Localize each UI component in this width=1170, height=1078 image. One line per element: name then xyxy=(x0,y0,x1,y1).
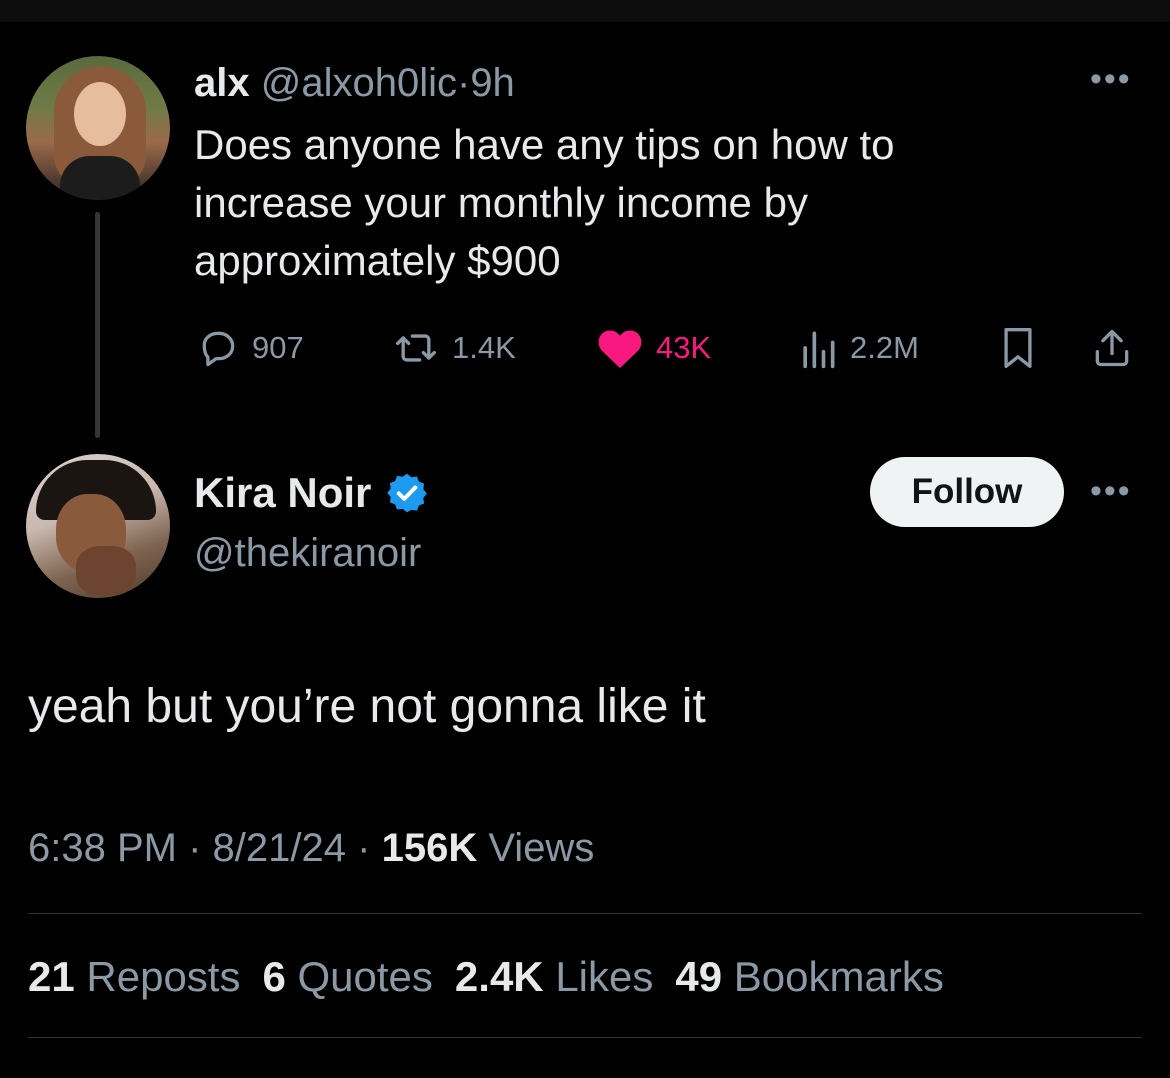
quotes-stat-label: Quotes xyxy=(297,953,433,1000)
like-count: 43K xyxy=(656,330,712,365)
views-button[interactable]: 2.2M xyxy=(798,326,919,370)
meta-separator: · xyxy=(188,826,202,870)
views-label: Views xyxy=(488,826,595,870)
header-separator: · xyxy=(456,61,471,105)
likes-stat[interactable]: 2.4K Likes xyxy=(455,953,653,1000)
parent-display-name[interactable]: alx xyxy=(194,61,250,105)
repost-button[interactable]: 1.4K xyxy=(392,326,516,370)
engagement-stats: 21 Reposts 6 Quotes 2.4K Likes 49 Bookmarks xyxy=(28,950,966,1004)
parent-tweet-actions: 907 1.4K 43K 2.2M xyxy=(0,326,1170,370)
share-button[interactable] xyxy=(1090,326,1134,370)
reposts-stat-count: 21 xyxy=(28,953,75,1000)
meta-separator: · xyxy=(357,826,371,870)
reposts-stat-label: Reposts xyxy=(86,953,241,1000)
main-tweet-text: yeah but you’re not gonna like it xyxy=(28,680,706,733)
likes-stat-label: Likes xyxy=(555,953,654,1000)
repost-count: 1.4K xyxy=(452,330,516,365)
more-options-icon[interactable]: ••• xyxy=(1090,474,1132,508)
views-count-total: 156K xyxy=(381,826,478,870)
bookmark-button[interactable] xyxy=(1000,326,1036,370)
avatar-face xyxy=(74,82,126,146)
thread-connector-line xyxy=(95,212,100,438)
avatar-kira-noir[interactable] xyxy=(26,454,170,598)
parent-tweet-header: alx @alxoh0lic·9h xyxy=(194,58,515,108)
divider xyxy=(28,1037,1142,1038)
more-options-icon[interactable]: ••• xyxy=(1090,62,1132,96)
parent-handle[interactable]: @alxoh0lic xyxy=(261,61,457,105)
reply-button[interactable]: 907 xyxy=(196,326,304,370)
bookmarks-stat-label: Bookmarks xyxy=(733,953,944,1000)
views-chart-icon xyxy=(798,326,838,370)
quotes-stat-count: 6 xyxy=(262,953,286,1000)
likes-stat-count: 2.4K xyxy=(454,953,544,1000)
tweet-metadata: 6:38 PM · 8/21/24 · 156K Views xyxy=(28,822,594,874)
reply-icon xyxy=(196,326,240,370)
parent-time-ago[interactable]: 9h xyxy=(470,61,515,105)
status-bar-strip xyxy=(0,0,1170,22)
views-count: 2.2M xyxy=(850,330,919,365)
bookmark-icon xyxy=(1000,326,1036,370)
reply-count: 907 xyxy=(252,330,304,365)
like-button[interactable]: 43K xyxy=(596,326,711,370)
follow-button[interactable]: Follow xyxy=(870,457,1064,527)
tweet-time[interactable]: 6:38 PM xyxy=(28,826,177,870)
avatar-hand xyxy=(76,546,136,596)
bookmarks-stat-count: 49 xyxy=(675,953,723,1000)
avatar-alx[interactable] xyxy=(26,56,170,200)
tweet-date[interactable]: 8/21/24 xyxy=(213,826,346,870)
heart-icon xyxy=(596,326,644,370)
repost-icon xyxy=(392,326,440,370)
avatar-clothing xyxy=(60,156,140,200)
main-display-name[interactable]: Kira Noir xyxy=(194,469,371,517)
reposts-stat[interactable]: 21 Reposts xyxy=(28,953,240,1000)
bookmarks-stat[interactable]: 49 Bookmarks xyxy=(675,953,943,1000)
main-author-name-row: Kira Noir xyxy=(194,466,429,520)
share-icon xyxy=(1090,326,1134,370)
parent-tweet-text: Does anyone have any tips on how to incr… xyxy=(194,121,895,284)
divider xyxy=(28,913,1142,914)
verified-badge-icon[interactable] xyxy=(385,471,429,515)
main-handle[interactable]: @thekiranoir xyxy=(194,528,421,578)
quotes-stat[interactable]: 6 Quotes xyxy=(262,953,432,1000)
